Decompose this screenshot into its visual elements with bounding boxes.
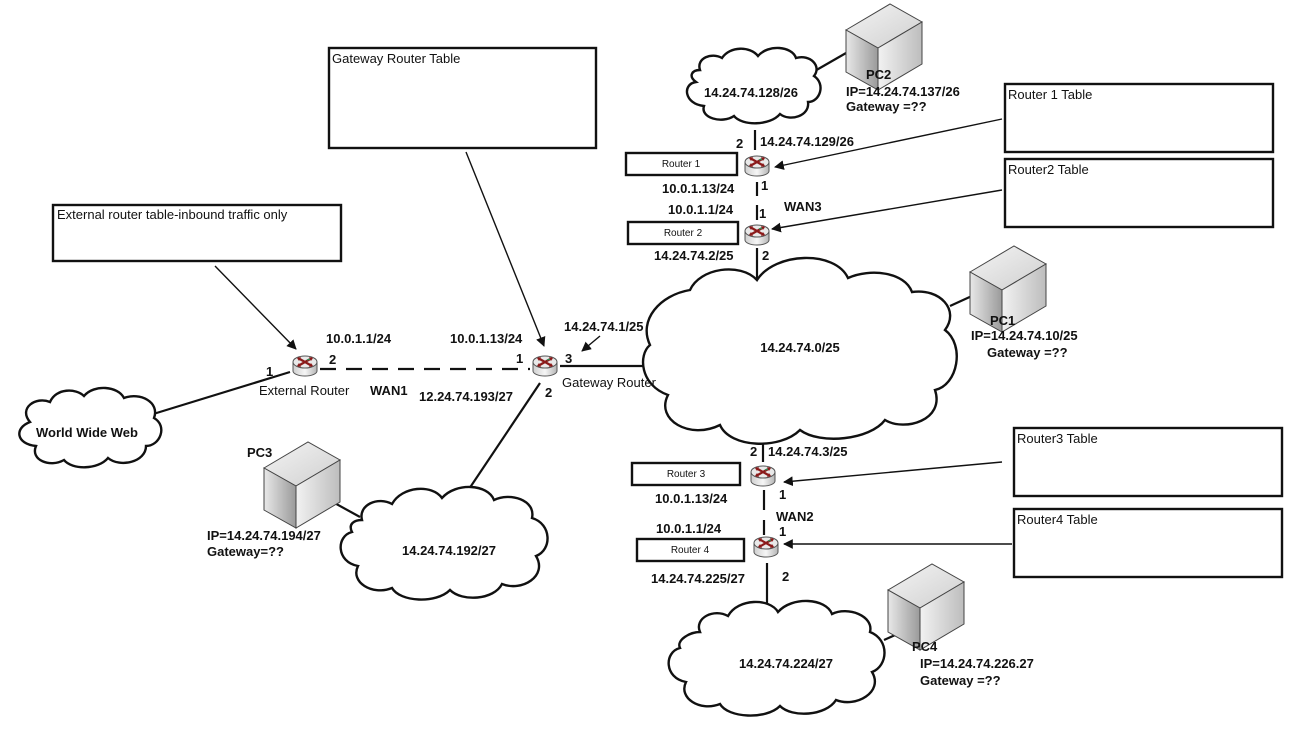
router3-ip1: 10.0.1.13/24	[655, 491, 728, 506]
gateway-router-ip1: 10.0.1.13/24	[450, 331, 523, 346]
network-label-net128: 14.24.74.128/26	[704, 85, 798, 100]
pc1-name: PC1	[990, 313, 1015, 328]
pc2-gateway: Gateway =??	[846, 99, 927, 114]
router1-table: Router 1 Table	[1003, 82, 1275, 154]
router2-port1: 1	[759, 206, 766, 221]
router2-ip2: 14.24.74.2/25	[654, 248, 734, 263]
network-label-net0: 14.24.74.0/25	[760, 340, 840, 355]
external-router-port2: 2	[329, 352, 336, 367]
cloud-net224: 14.24.74.224/27	[667, 599, 886, 717]
router3-namebox: Router 3	[630, 461, 742, 487]
gateway-router-table: Gateway Router Table	[327, 46, 598, 150]
wan3-label: WAN3	[784, 199, 822, 214]
pc4-name: PC4	[912, 639, 938, 654]
router4-icon[interactable]	[752, 535, 780, 559]
router1-ip1: 10.0.1.13/24	[662, 181, 735, 196]
router4-port1: 1	[779, 524, 786, 539]
arrow-router3-table	[783, 461, 1003, 487]
gateway-router-ip3: 14.24.74.1/25	[564, 319, 644, 334]
router2-icon[interactable]	[743, 223, 771, 247]
router1-icon[interactable]	[743, 154, 771, 178]
router4-table-title: Router4 Table	[1017, 512, 1098, 527]
pc2-ip: IP=14.24.74.137/26	[846, 84, 960, 99]
external-router-table: External router table-inbound traffic on…	[51, 203, 343, 263]
pc3-icon[interactable]	[263, 441, 341, 529]
gateway-router-port1: 1	[516, 351, 523, 366]
router2-table: Router2 Table	[1003, 157, 1275, 229]
router1-port2: 2	[736, 136, 743, 151]
gateway-router-port3: 3	[565, 351, 572, 366]
cloud-net0: 14.24.74.0/25	[641, 256, 958, 445]
router2-table-title: Router2 Table	[1008, 162, 1089, 177]
cloud-www: World Wide Web	[18, 386, 163, 469]
router2-namebox: Router 2	[626, 220, 740, 246]
cloud-net192: 14.24.74.192/27	[339, 485, 549, 601]
router3-table: Router3 Table	[1012, 426, 1284, 498]
pc3-name: PC3	[247, 445, 272, 460]
router3-ip2: 14.24.74.3/25	[768, 444, 848, 459]
wan2-label: WAN2	[776, 509, 814, 524]
gateway-router-ip2: 12.24.74.193/27	[419, 389, 513, 404]
router2-port2: 2	[762, 248, 769, 263]
router3-port1: 1	[779, 487, 786, 502]
network-diagram: World Wide Web 14.24.74.0/25 14.24.74.12…	[18, 3, 1284, 717]
network-label-net192: 14.24.74.192/27	[402, 543, 496, 558]
arrow-gateway-table	[465, 151, 546, 347]
arrow-external-table	[214, 265, 297, 350]
gateway-router-table-title: Gateway Router Table	[332, 51, 460, 66]
router3-name: Router 3	[667, 469, 706, 480]
pc1-ip: IP=14.24.74.10/25	[971, 328, 1078, 343]
pc3-gateway: Gateway=??	[207, 544, 284, 559]
gateway-router-icon[interactable]	[531, 354, 559, 378]
gateway-router-port2: 2	[545, 385, 552, 400]
gateway-router-name: Gateway Router	[562, 375, 657, 390]
pc4-icon[interactable]	[887, 563, 965, 651]
router1-ip2: 14.24.74.129/26	[760, 134, 854, 149]
external-router-table-title: External router table-inbound traffic on…	[57, 207, 288, 222]
router4-ip2: 14.24.74.225/27	[651, 571, 745, 586]
arrow-gateway-ip3	[581, 335, 601, 352]
external-router-ip: 10.0.1.1/24	[326, 331, 392, 346]
router2-name: Router 2	[664, 228, 703, 239]
wan1-label: WAN1	[370, 383, 408, 398]
router3-port2: 2	[750, 444, 757, 459]
pc2-name: PC2	[866, 67, 891, 82]
external-router-port1: 1	[266, 364, 273, 379]
cloud-net128: 14.24.74.128/26	[685, 46, 822, 125]
network-label-www: World Wide Web	[36, 425, 138, 440]
router4-table: Router4 Table	[1012, 507, 1284, 579]
router4-namebox: Router 4	[635, 537, 746, 563]
network-label-net224: 14.24.74.224/27	[739, 656, 833, 671]
router2-ip1: 10.0.1.1/24	[668, 202, 734, 217]
router4-name: Router 4	[671, 545, 710, 556]
pc1-gateway: Gateway =??	[987, 345, 1068, 360]
router4-ip1: 10.0.1.1/24	[656, 521, 722, 536]
router3-icon[interactable]	[749, 464, 777, 488]
router1-port1: 1	[761, 178, 768, 193]
pc4-ip: IP=14.24.74.226.27	[920, 656, 1034, 671]
external-router-icon[interactable]	[291, 354, 319, 378]
router1-table-title: Router 1 Table	[1008, 87, 1092, 102]
pc3-ip: IP=14.24.74.194/27	[207, 528, 321, 543]
pc4-gateway: Gateway =??	[920, 673, 1001, 688]
router1-namebox: Router 1	[624, 151, 739, 177]
external-router-name: External Router	[259, 383, 350, 398]
router3-table-title: Router3 Table	[1017, 431, 1098, 446]
router1-name: Router 1	[662, 159, 701, 170]
router4-port2: 2	[782, 569, 789, 584]
